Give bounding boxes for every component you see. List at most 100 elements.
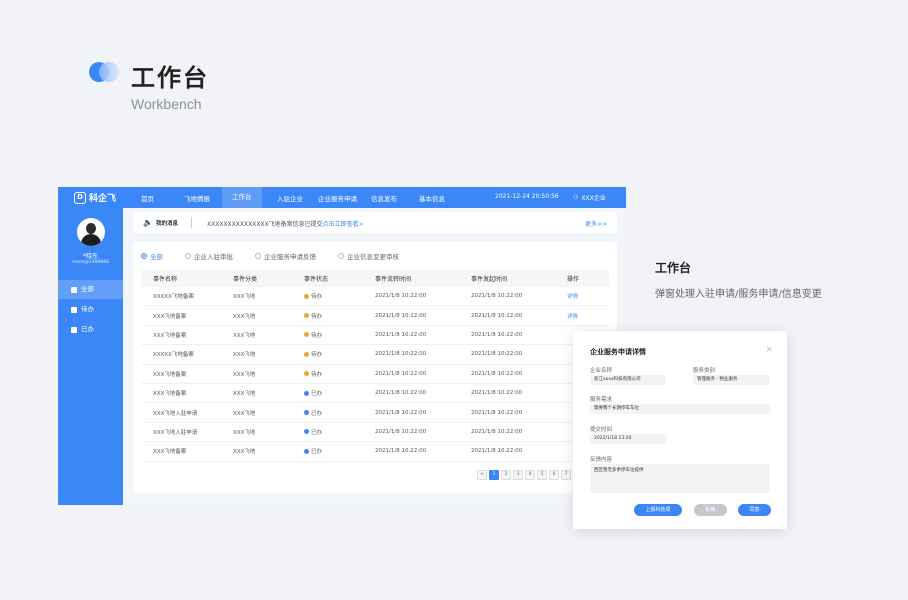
nav-workbench[interactable]: 工作台	[222, 187, 262, 208]
company-label: 企业名称	[590, 368, 613, 374]
close-icon[interactable]: ×	[765, 345, 773, 355]
nav-companies[interactable]: 入驻企业	[277, 193, 303, 203]
avatar[interactable]	[77, 218, 105, 246]
cell-status: 待办	[304, 312, 375, 320]
cell-status: 待办	[304, 331, 375, 339]
cell-name: XXX飞地备案	[153, 449, 187, 456]
user-icon: ⚇	[573, 194, 579, 201]
category-field: 管理服务 - 物业服务	[693, 375, 770, 385]
cell-start-time: 2021/1/8 10:22:00	[471, 293, 523, 300]
col-start-time: 事件发起时间	[471, 276, 508, 283]
cell-status: 待办	[304, 350, 375, 358]
brand-logo-icon: D	[74, 191, 86, 204]
cell-start-time: 2021/1/8 10:22:00	[471, 331, 523, 338]
nav-basic-info[interactable]: 基本信息	[419, 193, 445, 203]
time-field: 2022/1/18 13:20	[590, 434, 666, 444]
page-button[interactable]: 3	[513, 470, 523, 480]
nav-user-company: XXX企业	[581, 195, 606, 202]
table-row[interactable]: XXX飞地备案 XXX飞地 已办 2021/1/8 10:22:00 2021/1/8 …	[141, 384, 609, 404]
radio-icon	[185, 253, 191, 259]
cell-start-time: 2021/1/8 10:22:00	[471, 351, 523, 358]
filter-settle-approval[interactable]: 企业入驻审批	[185, 251, 233, 261]
speaker-icon: 🔈	[143, 218, 153, 227]
check-circle-icon	[304, 448, 309, 454]
modal-title: 企业服务申请详情	[590, 348, 646, 356]
detail-link[interactable]: 详情	[567, 292, 609, 300]
cell-flow-time: 2021/1/8 10:22:00	[375, 448, 427, 455]
col-action: 操作	[567, 276, 580, 283]
message-link[interactable]: 点击立即查看>	[323, 221, 364, 228]
nav-user[interactable]: ⚇ XXX企业	[573, 193, 606, 202]
nav-intel[interactable]: 飞地情报	[184, 193, 210, 203]
demand-label: 服务需求	[590, 397, 613, 403]
table-row[interactable]: XXX飞地备案 XXX飞地 已办 2021/1/8 10:22:00 2021/1/8 …	[141, 442, 609, 462]
cell-type: XXX飞地	[233, 332, 256, 339]
document-icon	[71, 306, 77, 313]
check-doc-icon	[71, 326, 77, 333]
cell-flow-time: 2021/1/8 10:22:00	[375, 351, 427, 358]
clock-icon	[304, 351, 309, 357]
table-row[interactable]: XXX飞地备案 XXX飞地 待办 2021/1/8 10:22:00 2021/1/8 …	[141, 306, 609, 326]
filter-group: 全部 企业入驻审批 企业服务申请反馈 企业信息变更审核	[141, 251, 421, 261]
user-phone: mons@1496666	[72, 260, 109, 265]
task-table: 事件名称 事件分类 事件状态 事件流转时间 事件发起时间 操作 XXXXX飞地备…	[141, 270, 609, 462]
col-type: 事件分类	[233, 276, 258, 283]
detail-link[interactable]: 详情	[567, 312, 609, 320]
filter-service-feedback[interactable]: 企业服务申请反馈	[255, 251, 316, 261]
sidebar: *晓东 mons@1496666 全部 待办 已办	[58, 208, 123, 505]
clock-icon	[304, 332, 309, 338]
col-flow-time: 事件流转时间	[375, 276, 412, 283]
page-button[interactable]: 1	[489, 470, 499, 480]
nav-publish[interactable]: 信息发布	[371, 193, 397, 203]
brand[interactable]: D 科企飞	[74, 191, 116, 204]
sidebar-item-all[interactable]: 全部	[58, 280, 123, 299]
nav-service-requests[interactable]: 企业服务申请	[318, 193, 357, 203]
table-row[interactable]: XXXXX飞地备案 XXX飞地 待办 2021/1/8 10:22:00 2021/1/…	[141, 287, 609, 307]
company-field: 浙江xxxx科技有限公司	[590, 375, 666, 385]
report-button[interactable]: 上报科技局	[634, 504, 682, 516]
check-circle-icon	[304, 429, 309, 435]
cell-status: 已办	[304, 409, 375, 417]
page-button[interactable]: 2	[501, 470, 511, 480]
message-more-link[interactable]: 更多>>	[585, 219, 607, 228]
feedback-textarea[interactable]: 西区暂无多余停车位提供	[590, 464, 770, 493]
message-text: XXXXXXXXXXXXXXX飞地备案信息已提交点击立即查看>	[207, 221, 364, 228]
filter-all[interactable]: 全部	[141, 251, 163, 261]
cell-start-time: 2021/1/8 10:22:00	[471, 428, 523, 435]
table-row[interactable]: XXXXX飞地备案 XXX飞地 待办 2021/1/8 10:22:00 2021/1/…	[141, 345, 609, 365]
sidebar-item-done[interactable]: 已办	[58, 320, 123, 339]
table-row[interactable]: XXX飞地入驻申请 XXX飞地 已办 2021/1/8 10:22:00 2021/1/…	[141, 423, 609, 443]
page-button[interactable]: 7	[561, 470, 571, 480]
table-row[interactable]: XXX飞地备案 XXX飞地 待办 2021/1/8 10:22:00 2021/1/8 …	[141, 326, 609, 346]
cell-start-time: 2021/1/8 10:22:00	[471, 370, 523, 377]
cell-status: 已办	[304, 389, 375, 397]
page-button[interactable]: <	[477, 470, 487, 480]
cell-name: XXXXX飞地备案	[153, 352, 194, 359]
sidebar-item-label: 全部	[81, 285, 94, 293]
page-button[interactable]: 4	[525, 470, 535, 480]
filter-info-change[interactable]: 企业信息变更审核	[338, 251, 399, 261]
col-status: 事件状态	[304, 276, 329, 283]
cell-start-time: 2021/1/8 10:22:00	[471, 448, 523, 455]
hero-logo-icon	[89, 62, 121, 82]
cell-name: XXX飞地备案	[153, 371, 187, 378]
page-button[interactable]: 6	[549, 470, 559, 480]
cell-type: XXX飞地	[233, 352, 256, 359]
divider	[191, 217, 192, 228]
table-row[interactable]: XXX飞地备案 XXX飞地 待办 2021/1/8 10:22:00 2021/1/8 …	[141, 365, 609, 384]
nav-home[interactable]: 首页	[141, 193, 154, 203]
col-name: 事件名称	[153, 276, 178, 283]
agree-button[interactable]: 同意	[738, 504, 771, 516]
table-row[interactable]: XXX飞地入驻申请 XXX飞地 已办 2021/1/8 10:22:00 2021/1/…	[141, 403, 609, 423]
page-button[interactable]: 5	[537, 470, 547, 480]
cell-name: XXX飞地备案	[153, 391, 187, 398]
reject-button[interactable]: 拒绝	[694, 504, 727, 516]
cell-type: XXX飞地	[233, 391, 256, 398]
cell-status: 待办	[304, 292, 375, 300]
sidebar-item-todo[interactable]: 待办	[58, 300, 123, 319]
cell-flow-time: 2021/1/8 10:22:00	[375, 390, 427, 397]
cell-flow-time: 2021/1/8 10:22:00	[375, 370, 427, 377]
cell-type: XXX飞地	[233, 294, 256, 301]
grid-icon	[71, 286, 77, 293]
clock-icon	[304, 371, 309, 377]
